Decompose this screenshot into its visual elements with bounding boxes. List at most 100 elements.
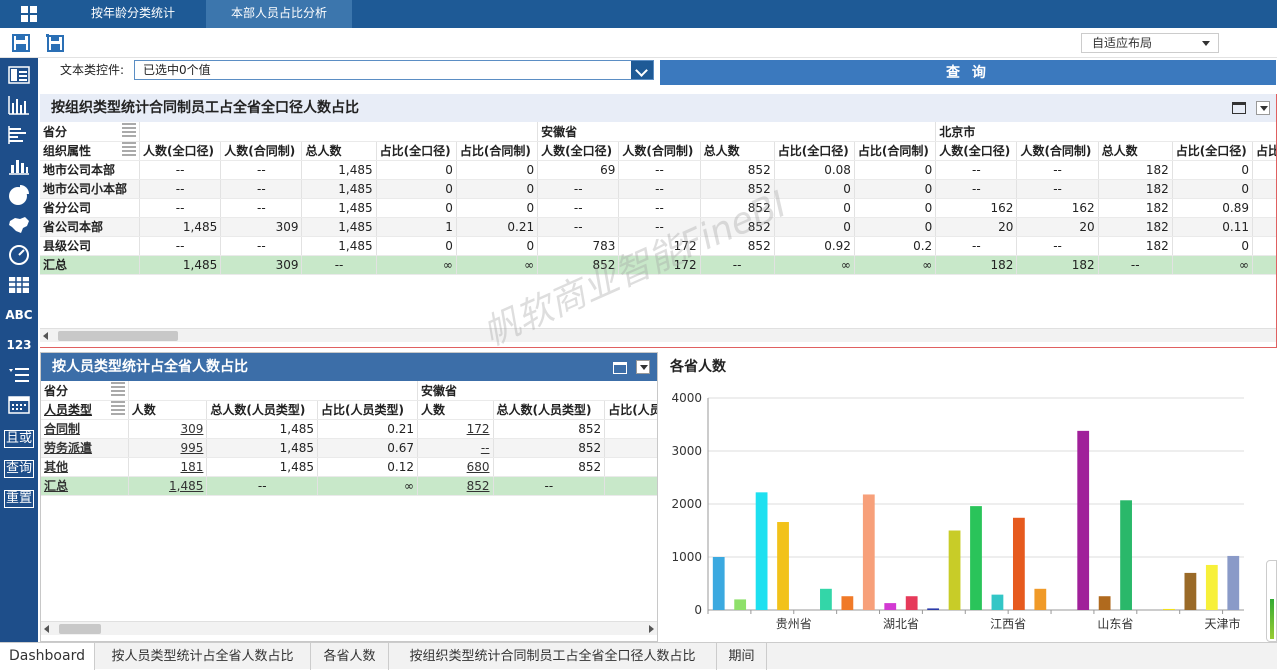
- bar[interactable]: [1077, 430, 1090, 610]
- sidebar-item-123[interactable]: 123: [0, 330, 38, 360]
- grid-menu-icon[interactable]: [0, 0, 58, 28]
- scroll-thumb[interactable]: [59, 624, 101, 634]
- panel-menu-icon[interactable]: [1256, 101, 1270, 115]
- bar[interactable]: [777, 522, 789, 610]
- column-header[interactable]: 总人数: [700, 141, 775, 161]
- bottom-tab-org-type[interactable]: 按组织类型统计合同制员工占全省全口径人数占比: [389, 643, 717, 670]
- bottom-tab-province-headcount[interactable]: 各省人数: [311, 643, 389, 670]
- sort-icon[interactable]: [122, 142, 137, 156]
- row-header[interactable]: 合同制: [41, 419, 129, 439]
- column-header[interactable]: 占比(合同制): [456, 141, 539, 161]
- save-as-icon[interactable]: [45, 33, 65, 53]
- gauge-chart-icon[interactable]: [0, 240, 38, 270]
- column-header[interactable]: 占比(合同制): [854, 141, 937, 161]
- table-widget-icon[interactable]: [0, 60, 38, 90]
- scroll-thumb[interactable]: [58, 331, 178, 341]
- stacked-chart-icon[interactable]: [0, 150, 38, 180]
- bar[interactable]: [1227, 555, 1240, 610]
- panel-menu-icon[interactable]: [636, 360, 650, 374]
- sort-icon[interactable]: [122, 122, 137, 137]
- row-header[interactable]: 汇总: [41, 476, 129, 496]
- scroll-left-icon[interactable]: [44, 625, 49, 633]
- bar[interactable]: [1120, 500, 1132, 610]
- column-header[interactable]: 人数(全口径): [139, 141, 222, 161]
- column-header[interactable]: 总人数: [301, 141, 377, 161]
- layout-select[interactable]: 自适应布局: [1081, 33, 1219, 53]
- table-cell[interactable]: --: [417, 438, 494, 458]
- bottom-tab-period[interactable]: 期间: [717, 643, 767, 670]
- scroll-left-icon[interactable]: [43, 332, 48, 340]
- bar[interactable]: [712, 557, 725, 610]
- side-handle[interactable]: [1266, 560, 1277, 642]
- maximize-icon[interactable]: [613, 362, 627, 374]
- table-cell[interactable]: 852: [417, 476, 494, 496]
- bar[interactable]: [841, 596, 854, 610]
- text-control-combo[interactable]: 已选中0个值: [134, 60, 654, 80]
- bottom-tab-dashboard[interactable]: Dashboard: [0, 643, 95, 670]
- detail-table-icon[interactable]: [0, 270, 38, 300]
- column-header[interactable]: 人数: [128, 400, 208, 420]
- sidebar-item-reset[interactable]: 重置: [0, 484, 38, 514]
- column-header[interactable]: 人数(合同制): [220, 141, 303, 161]
- table-cell[interactable]: 1,485: [128, 476, 208, 496]
- column-header[interactable]: 总人数: [1098, 141, 1173, 161]
- bar[interactable]: [948, 530, 961, 611]
- table-cell[interactable]: 680: [417, 457, 494, 477]
- sidebar-item-and-or[interactable]: 且或: [0, 424, 38, 454]
- tab-staff-ratio-analysis[interactable]: 本部人员占比分析: [206, 0, 352, 28]
- sort-icon[interactable]: [110, 401, 125, 415]
- bar[interactable]: [734, 599, 747, 610]
- bar[interactable]: [1034, 588, 1047, 610]
- date-control-icon[interactable]: [0, 390, 38, 420]
- column-header[interactable]: 人数(全口径): [537, 141, 620, 161]
- query-button[interactable]: 查 询: [660, 60, 1276, 85]
- bar[interactable]: [1098, 596, 1111, 610]
- chevron-down-icon[interactable]: [631, 61, 653, 79]
- bar[interactable]: [1205, 564, 1218, 610]
- table-cell[interactable]: 181: [128, 457, 208, 477]
- bar[interactable]: [862, 494, 875, 610]
- horizontal-scrollbar[interactable]: [41, 621, 657, 635]
- pie-chart-icon[interactable]: [0, 180, 38, 210]
- bar[interactable]: [905, 596, 918, 610]
- table-cell[interactable]: 309: [128, 419, 208, 439]
- column-header[interactable]: 人数(全口径): [935, 141, 1018, 161]
- tab-age-statistics[interactable]: 按年龄分类统计: [62, 0, 204, 28]
- column-header[interactable]: 占比(人员类型): [317, 400, 418, 420]
- column-header[interactable]: 总人数(人员类型): [206, 400, 319, 420]
- column-header[interactable]: 人数(合同制): [1016, 141, 1099, 161]
- row-header[interactable]: 其他: [41, 457, 129, 477]
- bar[interactable]: [970, 506, 982, 610]
- tree-list-icon[interactable]: [0, 360, 38, 390]
- column-header[interactable]: 占比(全口径): [376, 141, 457, 161]
- column-header[interactable]: 人数(合同制): [618, 141, 701, 161]
- bar[interactable]: [884, 603, 897, 610]
- column-header[interactable]: 占比(全口径): [1172, 141, 1254, 161]
- bar[interactable]: [1184, 572, 1197, 610]
- bar-chart-icon[interactable]: [0, 120, 38, 150]
- save-icon[interactable]: [11, 33, 31, 53]
- bar[interactable]: [755, 492, 768, 610]
- row-header[interactable]: 劳务派遣: [41, 438, 129, 458]
- column-header[interactable]: 占比(人员类型): [604, 400, 657, 420]
- scroll-right-icon[interactable]: [649, 625, 654, 633]
- bar[interactable]: [991, 594, 1004, 610]
- column-header[interactable]: 占比(全口径): [774, 141, 855, 161]
- bar[interactable]: [1163, 608, 1175, 610]
- table-cell[interactable]: 995: [128, 438, 208, 458]
- sidebar-item-abc[interactable]: ABC: [0, 300, 38, 330]
- table-cell[interactable]: 172: [417, 419, 494, 439]
- sort-icon[interactable]: [110, 381, 125, 396]
- maximize-icon[interactable]: [1232, 102, 1246, 114]
- column-header[interactable]: 总人数(人员类型): [493, 400, 606, 420]
- horizontal-scrollbar[interactable]: [40, 328, 1276, 342]
- bar[interactable]: [927, 608, 940, 610]
- column-chart-icon[interactable]: [0, 90, 38, 120]
- column-header[interactable]: 人数: [417, 400, 494, 420]
- column-header[interactable]: 占比(合: [1252, 141, 1276, 161]
- bar[interactable]: [820, 588, 832, 610]
- sidebar-item-query[interactable]: 查询: [0, 454, 38, 484]
- bottom-tab-staff-type[interactable]: 按人员类型统计占全省人数占比: [95, 643, 311, 670]
- bar[interactable]: [1012, 517, 1025, 610]
- map-chart-icon[interactable]: [0, 210, 38, 240]
